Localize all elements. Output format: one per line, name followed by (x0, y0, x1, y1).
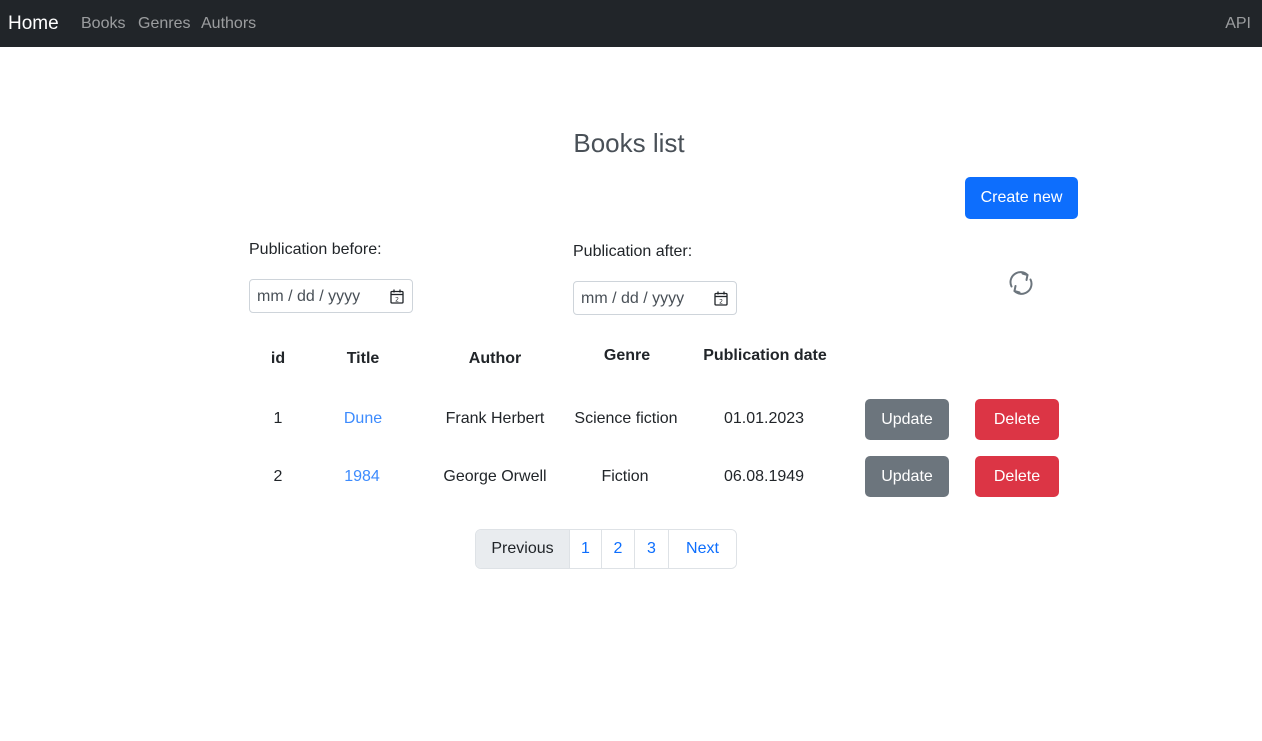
cell-publication-date: 01.01.2023 (723, 410, 805, 427)
cell-author: George Orwell (443, 468, 547, 485)
refresh-icon[interactable] (1005, 267, 1037, 299)
cell-genre: Science fiction (574, 410, 678, 427)
header-title: Title (346, 350, 380, 367)
nav-home-link[interactable]: Home (8, 13, 59, 35)
book-title-link[interactable]: 1984 (318, 468, 406, 486)
book-title-link[interactable]: Dune (318, 410, 408, 428)
update-button[interactable]: Update (865, 399, 949, 440)
delete-button[interactable]: Delete (975, 399, 1059, 440)
publication-before-label: Publication before: (249, 241, 382, 258)
pagination-page-3[interactable]: 3 (634, 530, 668, 568)
nav-api-link[interactable]: API (1225, 15, 1251, 33)
nav-authors-link[interactable]: Authors (201, 15, 256, 33)
pagination-previous[interactable]: Previous (476, 530, 569, 568)
header-publication-date: Publication date (703, 347, 827, 364)
publication-after-placeholder: mm / dd / yyyy (581, 290, 685, 307)
cell-id: 1 (273, 410, 283, 427)
page-title: Books list (573, 128, 685, 158)
nav-genres-link[interactable]: Genres (138, 15, 190, 33)
pagination-page-1[interactable]: 1 (569, 530, 601, 568)
pagination-page-2[interactable]: 2 (601, 530, 634, 568)
cell-genre: Fiction (601, 468, 649, 485)
navbar: Home Books Genres Authors API (0, 0, 1262, 47)
svg-text:2: 2 (395, 297, 399, 304)
header-id: id (270, 350, 286, 367)
nav-books-link[interactable]: Books (81, 15, 125, 33)
publication-after-label: Publication after: (573, 243, 693, 260)
cell-publication-date: 06.08.1949 (723, 468, 805, 485)
delete-button[interactable]: Delete (975, 456, 1059, 497)
create-new-button[interactable]: Create new (965, 177, 1078, 219)
publication-before-input[interactable]: mm / dd / yyyy 2 (249, 279, 413, 313)
cell-id: 2 (273, 468, 283, 485)
publication-before-placeholder: mm / dd / yyyy (257, 288, 361, 305)
calendar-icon[interactable]: 2 (714, 291, 728, 306)
header-author: Author (468, 350, 522, 367)
pagination-next[interactable]: Next (668, 530, 736, 568)
svg-text:2: 2 (719, 299, 723, 306)
cell-author: Frank Herbert (445, 410, 545, 427)
update-button[interactable]: Update (865, 456, 949, 497)
header-genre: Genre (603, 347, 651, 364)
pagination: Previous 1 2 3 Next (475, 529, 737, 569)
calendar-icon[interactable]: 2 (390, 289, 404, 304)
publication-after-input[interactable]: mm / dd / yyyy 2 (573, 281, 737, 315)
